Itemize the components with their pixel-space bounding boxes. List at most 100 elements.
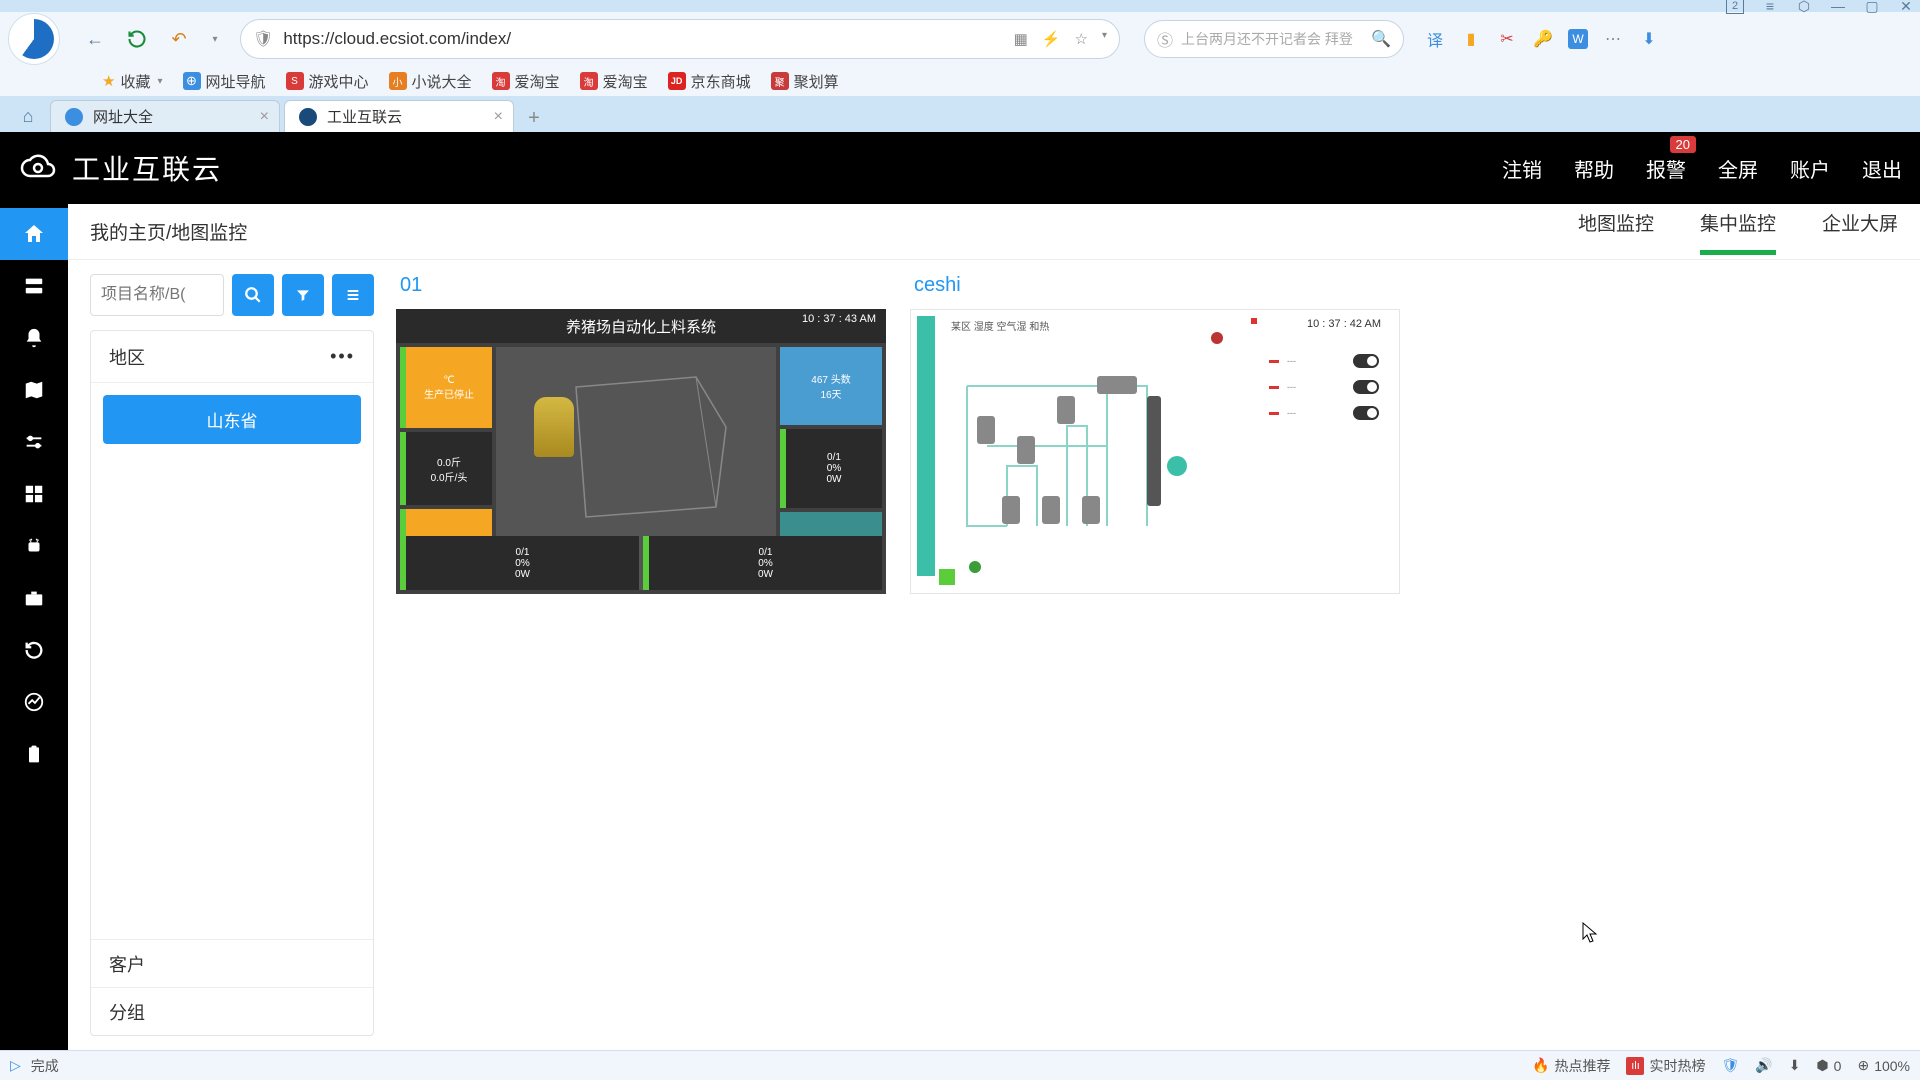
download-status-icon[interactable]: ⬇ bbox=[1789, 1057, 1801, 1074]
alarm-dot bbox=[1211, 332, 1223, 344]
search-icon[interactable]: 🔍 bbox=[1371, 29, 1391, 49]
shield-status-icon[interactable]: 🛡 bbox=[1721, 1057, 1739, 1074]
address-bar[interactable]: 🛡 https://cloud.ecsiot.com/index/ ▦ ⚡ ☆ … bbox=[240, 19, 1120, 59]
nav-logout[interactable]: 注销 bbox=[1502, 154, 1542, 183]
scissors-icon[interactable]: ✂ bbox=[1496, 28, 1518, 50]
sidebar-map[interactable] bbox=[0, 364, 68, 416]
sidebar-android[interactable] bbox=[0, 520, 68, 572]
menu-icon[interactable]: ≡ bbox=[1762, 0, 1778, 14]
shield-icon: 🛡 bbox=[253, 29, 273, 49]
nav-account[interactable]: 账户 bbox=[1790, 154, 1830, 183]
toggle-3 bbox=[1353, 406, 1379, 420]
bookmark-taobao2[interactable]: 淘爱淘宝 bbox=[580, 71, 648, 92]
bookmark-games[interactable]: S游戏中心 bbox=[286, 71, 369, 92]
tab-title: 网址大全 bbox=[93, 106, 153, 127]
home-tab-button[interactable]: ⌂ bbox=[6, 100, 50, 132]
tab-count-badge[interactable]: 2 bbox=[1726, 0, 1744, 14]
browser-tab-2[interactable]: 工业互联云 × bbox=[284, 100, 514, 132]
region-shandong[interactable]: 山东省 bbox=[103, 395, 361, 444]
undo-button[interactable]: ↶ bbox=[162, 22, 196, 56]
list-button[interactable] bbox=[332, 274, 374, 316]
sidebar-chart[interactable] bbox=[0, 676, 68, 728]
key-icon[interactable]: 🔑 bbox=[1532, 28, 1554, 50]
block-count[interactable]: ⬢0 bbox=[1816, 1057, 1841, 1074]
minimize-icon[interactable]: — bbox=[1830, 0, 1846, 14]
cloud-icon bbox=[18, 148, 58, 188]
note-icon[interactable]: ▮ bbox=[1460, 28, 1482, 50]
download-icon[interactable]: ⬇ bbox=[1638, 28, 1660, 50]
status-square bbox=[939, 569, 955, 585]
sidebar-bell[interactable] bbox=[0, 312, 68, 364]
new-tab-button[interactable]: + bbox=[518, 104, 550, 132]
toggle-1 bbox=[1353, 354, 1379, 368]
url-text[interactable]: https://cloud.ecsiot.com/index/ bbox=[283, 29, 1003, 49]
zoom-level[interactable]: ⊕100% bbox=[1857, 1057, 1910, 1074]
hot-topics[interactable]: 🔥热点推荐 bbox=[1532, 1056, 1610, 1076]
sidebar-server[interactable] bbox=[0, 260, 68, 312]
project-card-ceshi[interactable]: ceshi 某区 湿度 空气湿 和热 10 : 37 : 42 AM bbox=[910, 274, 1400, 594]
toggle-2 bbox=[1353, 380, 1379, 394]
bookmark-nav[interactable]: ⊕网址导航 bbox=[183, 71, 266, 92]
project-card-01[interactable]: 01 养猪场自动化上料系统 10 : 37 : 43 AM ℃生产已停止 0.0… bbox=[396, 274, 886, 594]
project-title: ceshi bbox=[910, 274, 1400, 297]
bookmark-ju[interactable]: 聚聚划算 bbox=[771, 71, 839, 92]
mini-sidebar bbox=[917, 316, 935, 576]
bookmark-taobao1[interactable]: 淘爱淘宝 bbox=[492, 71, 560, 92]
search-box[interactable]: Ⓢ 上台两月还不开记者会 拜登 🔍 bbox=[1144, 20, 1404, 58]
tab-enterprise-screen[interactable]: 企业大屏 bbox=[1822, 209, 1898, 255]
browser-status-bar: ▷ 完成 🔥热点推荐 ılı实时热榜 🛡 🔊 ⬇ ⬢0 ⊕100% bbox=[0, 1050, 1920, 1080]
filter-button[interactable] bbox=[282, 274, 324, 316]
qr-icon[interactable]: ▦ bbox=[1014, 30, 1028, 48]
word-icon[interactable]: W bbox=[1568, 29, 1588, 49]
more-icon[interactable]: ••• bbox=[330, 346, 355, 367]
project-search-input[interactable] bbox=[90, 274, 224, 316]
realtime-trending[interactable]: ılı实时热榜 bbox=[1626, 1056, 1705, 1076]
tab-map-monitor[interactable]: 地图监控 bbox=[1578, 209, 1654, 255]
play-icon[interactable]: ▷ bbox=[10, 1057, 21, 1074]
mini-time: 10 : 37 : 42 AM bbox=[1307, 318, 1381, 330]
translate-icon[interactable]: 译 bbox=[1424, 28, 1446, 50]
window-titlebar: 2 ≡ ⬡ — ▢ ✕ bbox=[0, 0, 1920, 12]
sidebar-refresh[interactable] bbox=[0, 624, 68, 676]
back-button[interactable]: ← bbox=[78, 22, 112, 56]
nav-exit[interactable]: 退出 bbox=[1862, 154, 1902, 183]
search-placeholder: 上台两月还不开记者会 拜登 bbox=[1181, 29, 1363, 49]
maximize-icon[interactable]: ▢ bbox=[1864, 0, 1880, 14]
tile-power1: 0/10%0W bbox=[780, 429, 882, 507]
bookmark-jd[interactable]: JD京东商城 bbox=[668, 71, 751, 92]
more-icon[interactable]: ⋯ bbox=[1602, 28, 1624, 50]
filter-panel: 地区 ••• 山东省 客户 分组 bbox=[90, 274, 374, 1036]
app-logo[interactable]: 工业互联云 bbox=[18, 148, 222, 188]
status-done: 完成 bbox=[31, 1056, 59, 1076]
region-header[interactable]: 地区 ••• bbox=[91, 331, 373, 383]
browser-logo[interactable] bbox=[8, 13, 60, 65]
bookmark-novels[interactable]: 小小说大全 bbox=[389, 71, 472, 92]
nav-alarm[interactable]: 20 报警 bbox=[1646, 154, 1686, 183]
dashboard-time: 10 : 37 : 43 AM bbox=[802, 313, 876, 326]
refresh-button[interactable] bbox=[120, 22, 154, 56]
favorites-button[interactable]: ★收藏▾ bbox=[102, 71, 163, 92]
browser-tab-1[interactable]: 网址大全 × bbox=[50, 100, 280, 132]
tab-close-icon[interactable]: × bbox=[260, 108, 269, 126]
sidebar-clipboard[interactable] bbox=[0, 728, 68, 780]
sidebar-briefcase[interactable] bbox=[0, 572, 68, 624]
star-icon[interactable]: ☆ bbox=[1075, 30, 1088, 48]
close-icon[interactable]: ✕ bbox=[1898, 0, 1914, 14]
sidebar-settings[interactable] bbox=[0, 416, 68, 468]
group-section[interactable]: 分组 bbox=[91, 987, 373, 1035]
flash-icon[interactable]: ⚡ bbox=[1042, 30, 1061, 48]
sidebar-grid[interactable] bbox=[0, 468, 68, 520]
tab-focus-monitor[interactable]: 集中监控 bbox=[1700, 209, 1776, 255]
customer-section[interactable]: 客户 bbox=[91, 939, 373, 987]
breadcrumb-home[interactable]: 我的主页 bbox=[90, 223, 166, 244]
tab-close-icon[interactable]: × bbox=[494, 108, 503, 126]
nav-fullscreen[interactable]: 全屏 bbox=[1718, 154, 1758, 183]
search-button[interactable] bbox=[232, 274, 274, 316]
dashboard-title: 养猪场自动化上料系统 bbox=[566, 316, 716, 337]
undo-dropdown-icon[interactable]: ▾ bbox=[198, 22, 232, 56]
nav-help[interactable]: 帮助 bbox=[1574, 154, 1614, 183]
volume-icon[interactable]: 🔊 bbox=[1755, 1057, 1772, 1074]
sidebar-home[interactable] bbox=[0, 208, 68, 260]
dropdown-icon[interactable]: ▾ bbox=[1102, 30, 1107, 48]
pin-icon[interactable]: ⬡ bbox=[1796, 0, 1812, 14]
